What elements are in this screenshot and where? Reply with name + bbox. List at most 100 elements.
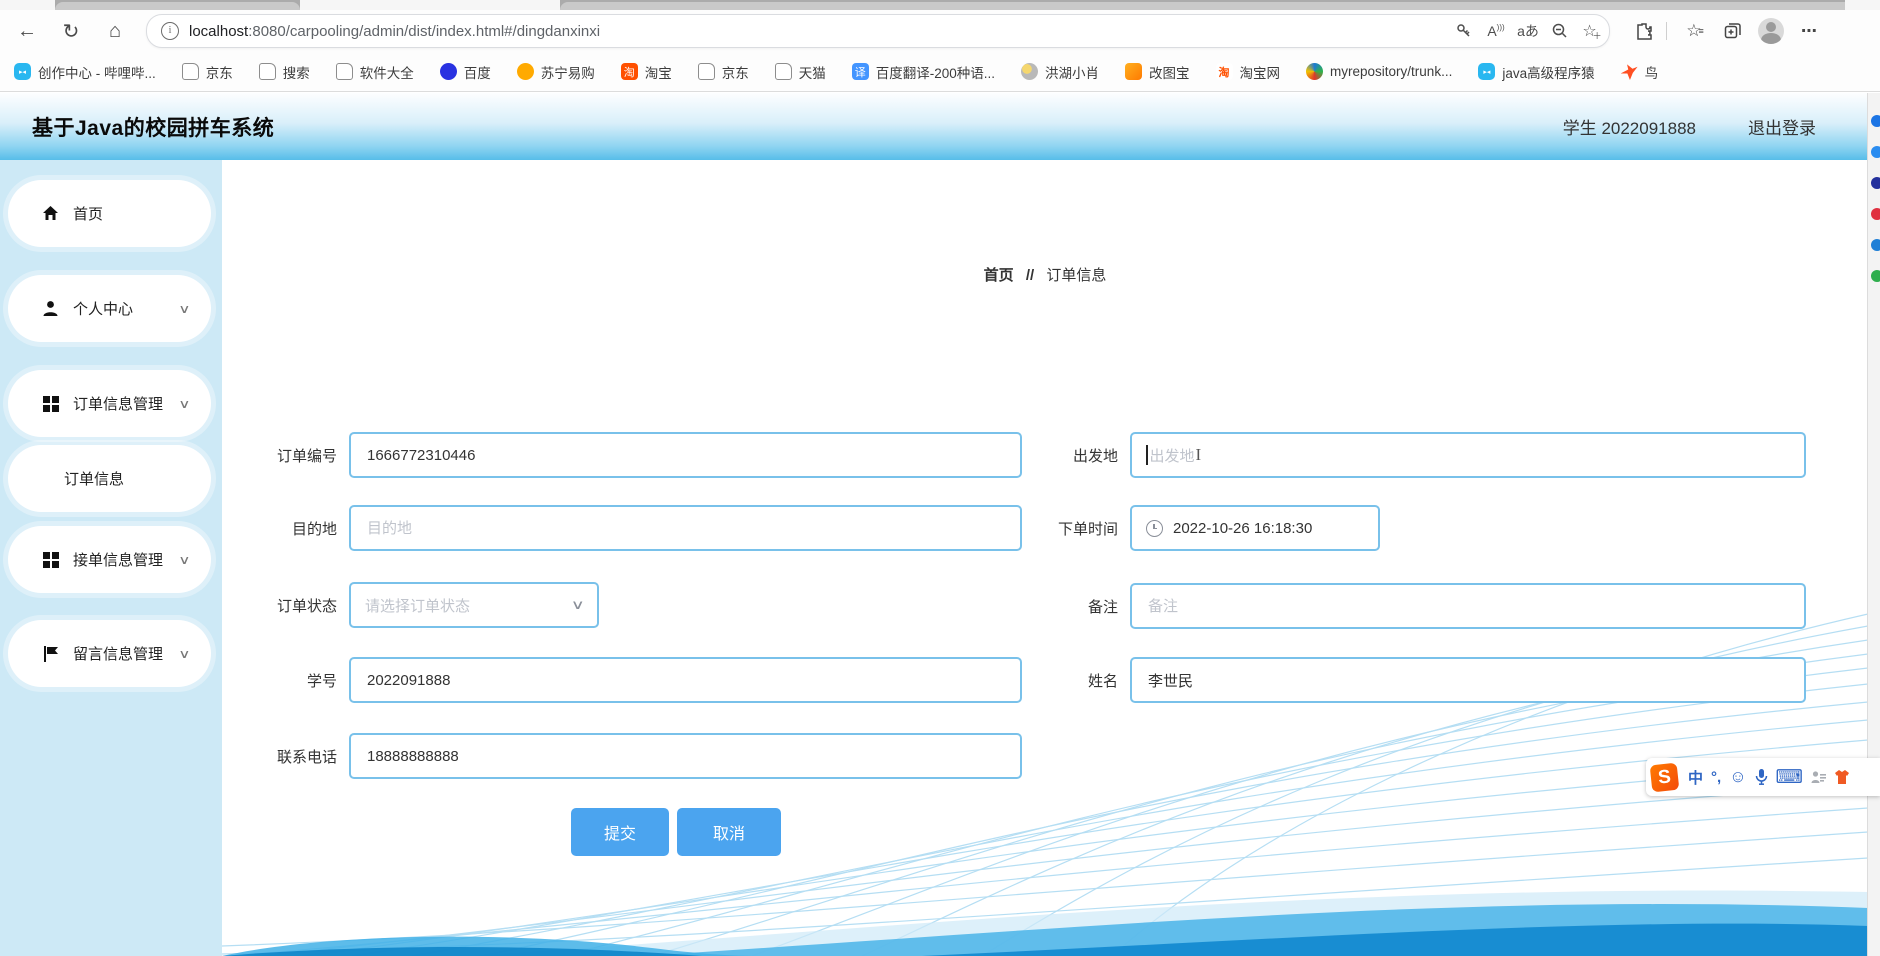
browser-tabstrip bbox=[0, 0, 1880, 10]
select-placeholder: 请选择订单状态 bbox=[365, 597, 471, 615]
sidebar-item-personal-center[interactable]: 个人中心 ∨ bbox=[8, 275, 211, 342]
password-key-icon[interactable] bbox=[1449, 18, 1479, 44]
chevron-down-icon: ∨ bbox=[178, 646, 191, 661]
home-button[interactable]: ⌂ bbox=[98, 14, 132, 48]
sidebar-item-accept-order-mgmt[interactable]: 接单信息管理 ∨ bbox=[8, 526, 211, 593]
logout-link[interactable]: 退出登录 bbox=[1748, 114, 1816, 139]
destination-input[interactable] bbox=[349, 505, 1022, 551]
bookmark-item[interactable]: 京东 bbox=[697, 62, 749, 82]
edge-strip-icon[interactable] bbox=[1871, 115, 1880, 127]
bookmark-item[interactable]: 洪湖小肖 bbox=[1021, 62, 1099, 82]
address-bar[interactable]: i localhost:8080/carpooling/admin/dist/i… bbox=[146, 14, 1610, 48]
collections-icon[interactable] bbox=[1717, 16, 1749, 46]
main-content: 首页 // 订单信息 订单编号 目的地 订单状态 请选择订单状态 ∨ bbox=[222, 160, 1868, 956]
bookmark-item[interactable]: 改图宝 bbox=[1125, 62, 1190, 82]
ibeam-cursor: I bbox=[1195, 445, 1202, 464]
remark-input[interactable] bbox=[1130, 583, 1806, 629]
order-status-select[interactable]: 请选择订单状态 ∨ bbox=[349, 582, 599, 628]
bookmark-label: myrepository/trunk... bbox=[1330, 64, 1453, 79]
ime-mic-icon[interactable] bbox=[1755, 769, 1768, 785]
field-label: 订单编号 bbox=[276, 447, 337, 465]
sogou-logo-icon[interactable]: S bbox=[1649, 762, 1680, 792]
file-favicon-icon bbox=[181, 63, 199, 80]
bookmark-item[interactable]: 天猫 bbox=[774, 62, 826, 82]
cancel-button[interactable]: 取消 bbox=[677, 808, 781, 856]
taobao-favicon-icon bbox=[620, 63, 638, 80]
taobao-web-favicon-icon bbox=[1215, 63, 1233, 80]
sidebar-item-home[interactable]: 首页 bbox=[8, 180, 211, 247]
inactive-tab[interactable] bbox=[55, 2, 300, 10]
add-favorite-icon[interactable]: ☆ ＋ bbox=[1577, 18, 1607, 44]
bookmark-item[interactable]: 京东 bbox=[181, 62, 233, 82]
edge-strip-icon[interactable] bbox=[1871, 208, 1880, 220]
bookmark-item[interactable]: 百度翻译-200种语... bbox=[851, 62, 995, 82]
sidebar-item-label: 订单信息 bbox=[64, 471, 125, 488]
bookmark-item[interactable]: 软件大全 bbox=[335, 62, 414, 82]
sidebar-subitem-order-info[interactable]: 订单信息 bbox=[8, 445, 211, 512]
order-time-picker[interactable]: 2022-10-26 16:18:30 bbox=[1130, 505, 1380, 551]
ime-punctuation-icon[interactable]: °, bbox=[1711, 769, 1721, 786]
bookmark-label: 淘宝网 bbox=[1239, 65, 1281, 81]
zoom-out-icon[interactable] bbox=[1545, 18, 1575, 44]
sidebar-item-message-mgmt[interactable]: 留言信息管理 ∨ bbox=[8, 620, 211, 687]
active-tab[interactable] bbox=[300, 0, 560, 10]
profile-avatar[interactable] bbox=[1755, 16, 1787, 46]
current-user-label: 学生 2022091888 bbox=[1562, 119, 1696, 138]
submit-button[interactable]: 提交 bbox=[571, 808, 669, 856]
field-departure: 出发地 出发地 I bbox=[986, 432, 1806, 478]
ime-chinese-mode-icon[interactable]: 中 bbox=[1688, 767, 1703, 788]
bookmark-item[interactable]: 苏宁易购 bbox=[516, 62, 595, 82]
departure-input[interactable]: 出发地 I bbox=[1130, 432, 1806, 478]
bookmark-item[interactable]: 淘宝 bbox=[620, 62, 672, 82]
field-label: 联系电话 bbox=[276, 748, 337, 766]
ime-skin-icon[interactable] bbox=[1834, 769, 1850, 785]
phone-input[interactable] bbox=[349, 733, 1022, 779]
field-phone: 联系电话 bbox=[222, 733, 1022, 779]
bookmark-item[interactable]: 鸟 bbox=[1620, 62, 1658, 82]
field-destination: 目的地 bbox=[222, 505, 1022, 551]
bookmark-item[interactable]: java高级程序猿 bbox=[1478, 62, 1595, 82]
page-content: 基于Java的校园拼车系统 学生 2022091888 退出登录 首页 个人中心… bbox=[0, 93, 1868, 956]
edge-strip-icon[interactable] bbox=[1871, 239, 1880, 251]
bookmark-item[interactable]: 搜索 bbox=[258, 62, 310, 82]
name-input[interactable] bbox=[1130, 657, 1806, 703]
edge-strip-icon[interactable] bbox=[1871, 177, 1880, 189]
url-text[interactable]: localhost:8080/carpooling/admin/dist/ind… bbox=[189, 23, 1449, 40]
tabstrip-segment bbox=[560, 2, 1845, 10]
sidebar-item-label: 首页 bbox=[73, 206, 104, 223]
chevron-down-icon: ∨ bbox=[571, 597, 586, 612]
bookmark-label: 改图宝 bbox=[1149, 65, 1190, 81]
grid-icon bbox=[42, 551, 59, 568]
ime-toolbar: S 中 °, ☺ ⌨ bbox=[1646, 758, 1880, 796]
bookmark-item[interactable]: 创作中心 - 哔哩哔... bbox=[14, 62, 156, 82]
bookmark-item[interactable]: myrepository/trunk... bbox=[1306, 63, 1452, 80]
student-id-input[interactable] bbox=[349, 657, 1022, 703]
bilibili-favicon-icon bbox=[1478, 63, 1496, 80]
order-time-value: 2022-10-26 16:18:30 bbox=[1173, 519, 1313, 537]
bookmark-label: 搜索 bbox=[282, 65, 310, 81]
sidebar-item-order-info-mgmt[interactable]: 订单信息管理 ∨ bbox=[8, 370, 211, 437]
edge-strip-icon[interactable] bbox=[1871, 270, 1880, 282]
bookmark-item[interactable]: 百度 bbox=[439, 62, 491, 82]
ime-keyboard-icon[interactable]: ⌨ bbox=[1776, 766, 1803, 789]
ime-emoji-icon[interactable]: ☺ bbox=[1729, 767, 1746, 787]
edge-sidebar-strip[interactable] bbox=[1867, 93, 1880, 956]
grid-icon bbox=[42, 395, 59, 412]
sidebar-item-label: 个人中心 bbox=[73, 301, 134, 318]
refresh-button[interactable]: ↻ bbox=[54, 14, 88, 48]
field-label: 姓名 bbox=[1087, 672, 1118, 690]
extensions-icon[interactable] bbox=[1628, 16, 1660, 46]
bookmark-item[interactable]: 淘宝网 bbox=[1215, 62, 1281, 82]
favorites-list-icon[interactable]: ☆ ≡ bbox=[1679, 16, 1711, 46]
bilibili-favicon-icon bbox=[14, 63, 31, 80]
breadcrumb-home[interactable]: 首页 bbox=[984, 267, 1014, 284]
ime-profile-icon[interactable] bbox=[1811, 770, 1826, 784]
more-menu-icon[interactable]: ⋯ bbox=[1793, 16, 1825, 46]
site-info-icon[interactable]: i bbox=[161, 22, 179, 40]
translate-icon[interactable]: aあ bbox=[1513, 18, 1543, 44]
back-button[interactable]: ← bbox=[10, 14, 44, 48]
file-favicon-icon bbox=[774, 63, 792, 80]
read-aloud-icon[interactable]: A))) bbox=[1481, 18, 1511, 44]
edge-strip-icon[interactable] bbox=[1871, 146, 1880, 158]
order-number-input[interactable] bbox=[349, 432, 1022, 478]
